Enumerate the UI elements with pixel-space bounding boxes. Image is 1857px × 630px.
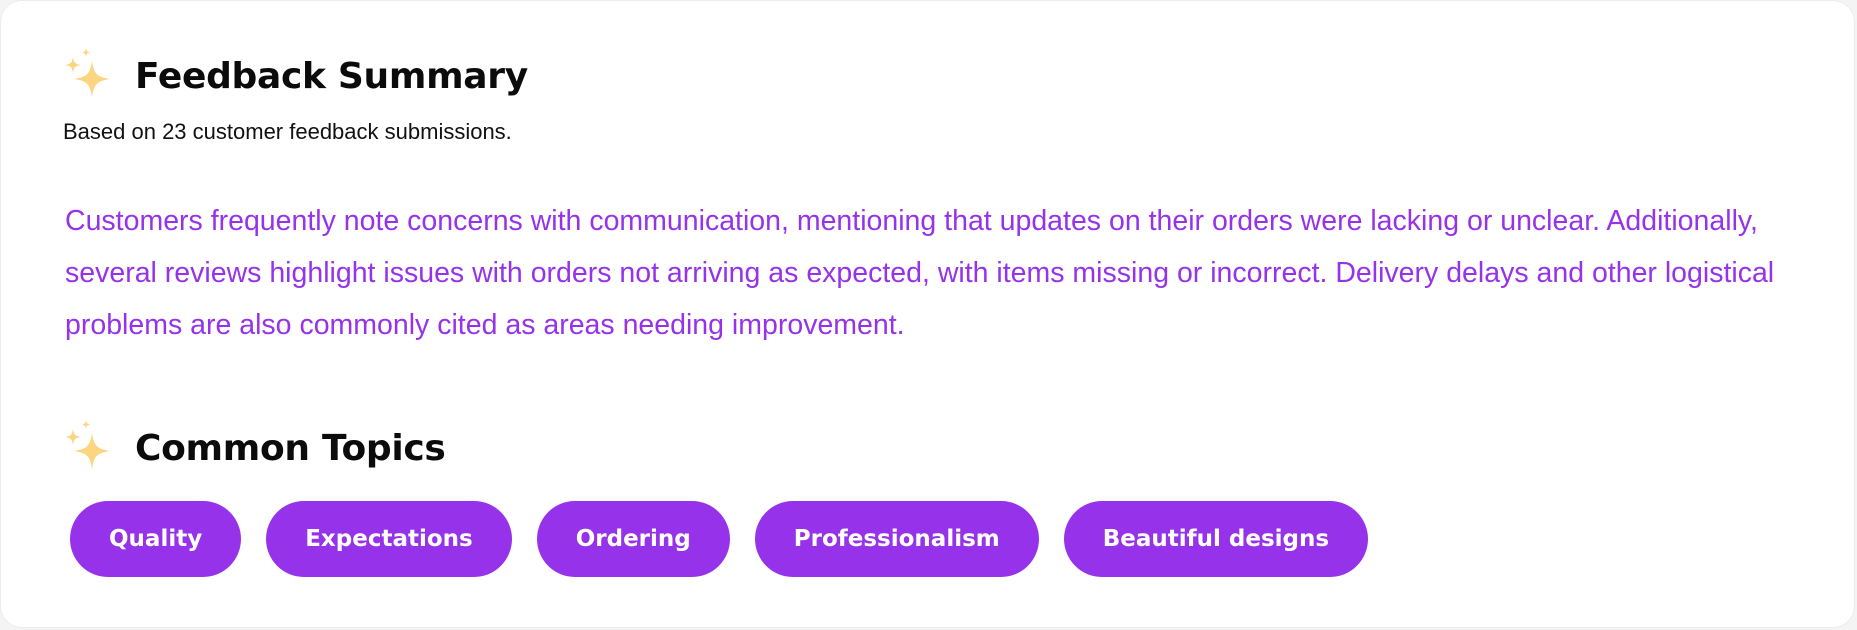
common-topics-header: Common Topics <box>64 419 446 477</box>
topic-chip-professionalism[interactable]: Professionalism <box>754 501 1039 577</box>
common-topics-title: Common Topics <box>135 427 446 469</box>
feedback-summary-title: Feedback Summary <box>135 55 528 97</box>
feedback-summary-header: Feedback Summary <box>64 47 528 105</box>
feedback-card: Feedback Summary Based on 23 customer fe… <box>0 0 1855 628</box>
sparkles-icon <box>65 420 110 469</box>
topic-chip-beautiful-designs[interactable]: Beautiful designs <box>1063 501 1369 577</box>
topic-chip-list: Quality Expectations Ordering Profession… <box>70 501 1369 577</box>
topic-chip-ordering[interactable]: Ordering <box>536 501 730 577</box>
sparkles-icon <box>65 48 110 97</box>
submission-count-text: Based on 23 customer feedback submission… <box>63 119 512 144</box>
topic-chip-quality[interactable]: Quality <box>70 501 242 577</box>
topic-chip-expectations[interactable]: Expectations <box>266 501 512 577</box>
feedback-summary-text: Customers frequently note concerns with … <box>65 205 1775 341</box>
